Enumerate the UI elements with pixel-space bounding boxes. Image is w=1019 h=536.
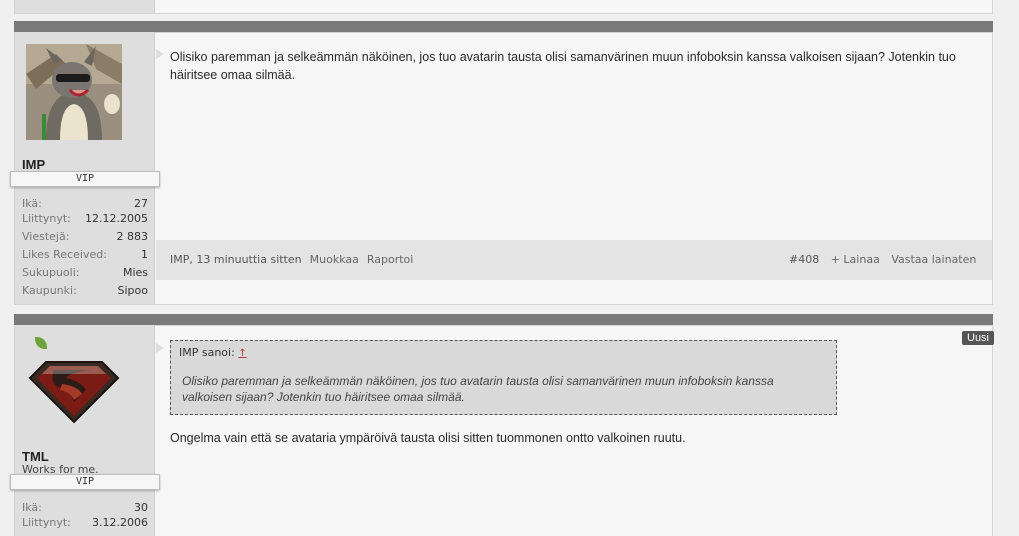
info-value: 2 883 [116,230,149,243]
message-arrow [156,49,164,59]
info-value: Sipoo [117,284,148,297]
info-city: Kaupunki: Sipoo [22,284,148,301]
post-header-bar [14,314,993,325]
info-joined: Liittynyt: 3.12.2006 [22,516,148,533]
message-meta: IMP, 13 minuuttia sitten Muokkaa Raportoi [170,240,413,280]
report-link[interactable]: Raportoi [367,253,413,266]
message-text: Olisiko paremman ja selkeämmän näköinen,… [170,50,956,82]
post-number-link[interactable]: #408 [789,253,819,266]
info-value: 12.12.2005 [85,212,148,225]
avatar[interactable] [26,44,122,140]
avatar[interactable] [26,340,122,436]
info-gender: Sukupuoli: Mies [22,266,148,283]
message-arrow [156,343,164,353]
info-likes: Likes Received: 1 [22,248,148,265]
info-joined: Liittynyt: 12.12.2005 [22,212,148,229]
info-label: Viestejä: [22,230,70,243]
quote-header: IMP sanoi: ↑ [179,346,247,359]
edit-link[interactable]: Muokkaa [310,253,359,266]
quote-author: IMP sanoi: [179,346,235,359]
info-messages: Viestejä: 2 883 [22,230,148,247]
previous-post [14,0,993,14]
quote-source-arrow-icon[interactable]: ↑ [238,348,246,359]
username[interactable]: TML [22,449,49,464]
info-value: 1 [141,248,148,261]
avatar-image [26,44,122,140]
info-value: 3.12.2006 [92,516,148,529]
quote-link[interactable]: + Lainaa [831,253,880,266]
quote-text: Olisiko paremman ja selkeämmän näköinen,… [182,374,774,404]
post-header-bar [14,21,993,32]
info-label: Liittynyt: [22,212,71,225]
new-post-badge: Uusi [962,331,995,345]
user-title-badge: VIP [10,171,160,187]
info-label: Sukupuoli: [22,266,80,279]
previous-post-sidebar [15,0,155,13]
post-author-time[interactable]: IMP, 13 minuuttia sitten [170,253,302,266]
message-text: Ongelma vain että se avataria ympäröivä … [170,431,686,445]
info-label: Likes Received: [22,248,107,261]
user-title-badge: VIP [10,474,160,490]
quote-block: IMP sanoi: ↑ Olisiko paremman ja selkeäm… [170,340,837,415]
info-value: Mies [122,266,148,279]
info-label: Liittynyt: [22,516,71,529]
message-actions: #408 + Lainaa Vastaa lainaten [789,240,976,280]
info-label: Kaupunki: [22,284,77,297]
reply-quote-link[interactable]: Vastaa lainaten [891,253,976,266]
superman-logo-image [28,361,120,424]
username[interactable]: IMP [22,157,45,172]
scrollbar[interactable] [1010,0,1019,536]
